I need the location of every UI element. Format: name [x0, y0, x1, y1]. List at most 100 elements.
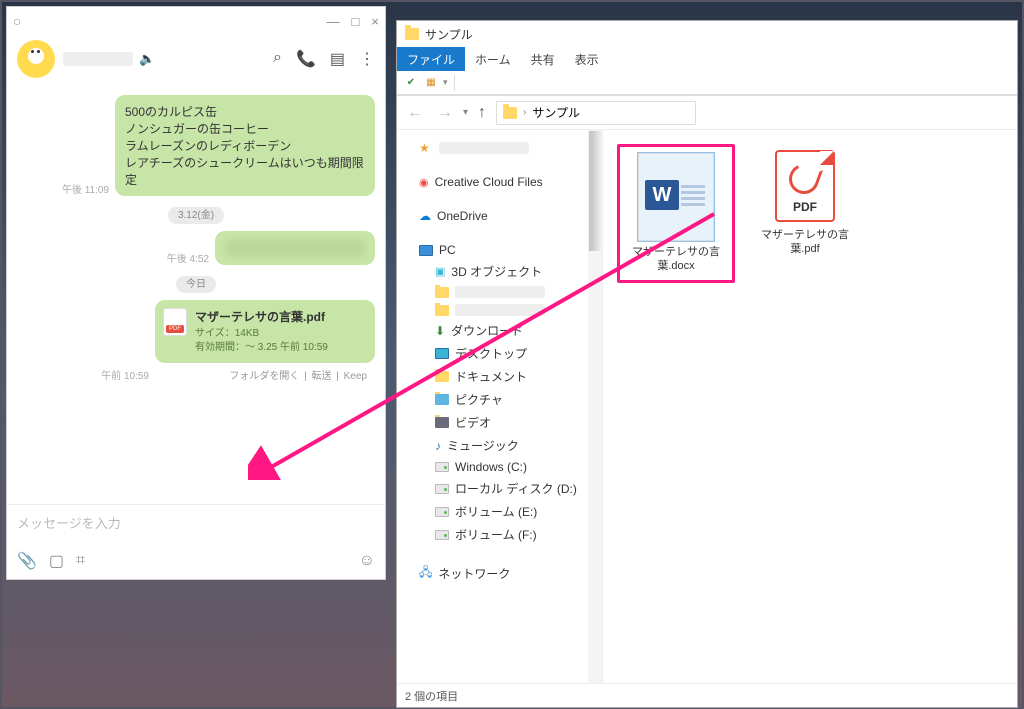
nav-tree[interactable]: ★ ◉Creative Cloud Files ☁OneDrive PC ▣3D… [397, 130, 603, 683]
tree-onedrive[interactable]: ☁OneDrive [401, 206, 598, 226]
creative-cloud-icon: ◉ [419, 176, 429, 189]
word-thumbnail: W [638, 153, 714, 241]
call-icon[interactable]: 📞 [296, 49, 316, 69]
desktop-icon [435, 348, 449, 359]
ribbon-tab-file[interactable]: ファイル [397, 47, 465, 71]
more-icon[interactable]: ⋮ [359, 49, 375, 69]
tree-drive-c[interactable]: Windows (C:) [401, 457, 598, 477]
tree-documents[interactable]: ドキュメント [401, 365, 598, 388]
file-name: マザーテレサの言葉.docx [626, 245, 726, 274]
nav-forward-button[interactable]: → [433, 104, 457, 122]
search-icon[interactable]: ⌕ [273, 49, 282, 69]
chat-body[interactable]: 午後 11:09 500のカルピス缶 ノンシュガーの缶コーヒー ラムレーズンのレ… [7, 83, 385, 504]
drive-icon [435, 507, 449, 517]
address-bar[interactable]: › サンプル [496, 101, 696, 125]
item-count: 2 個の項目 [405, 688, 458, 704]
message-bubble-blurred[interactable] [215, 231, 375, 265]
tree-item-blurred[interactable] [401, 301, 598, 319]
message-bubble[interactable]: 500のカルピス缶 ノンシュガーの缶コーヒー ラムレーズンのレディボーデン レア… [115, 95, 375, 196]
open-folder-link[interactable]: フォルダを開く [229, 371, 299, 382]
attach-icon[interactable]: 📎 [17, 551, 37, 571]
tree-videos[interactable]: ビデオ [401, 411, 598, 434]
keep-link[interactable]: Keep [344, 371, 367, 382]
file-item-pdf[interactable]: PDF マザーテレサの言葉.pdf [755, 144, 855, 257]
nav-back-button[interactable]: ← [403, 104, 427, 122]
nav-history-icon[interactable]: ▾ [463, 107, 468, 118]
folder-icon [435, 305, 449, 316]
message-input[interactable] [17, 516, 375, 531]
qat-layout-icon[interactable]: ▦ [423, 75, 439, 91]
maximize-button[interactable]: □ [352, 14, 360, 29]
note-icon[interactable]: ▤ [330, 49, 345, 69]
emoji-icon[interactable]: ☺ [359, 552, 375, 570]
date-separator: 今日 [176, 276, 216, 293]
avatar[interactable] [17, 40, 55, 78]
network-icon: 🖧 [419, 563, 432, 584]
breadcrumb-item[interactable]: サンプル [532, 104, 580, 121]
drag-handle-icon[interactable]: ○ [13, 13, 21, 29]
tree-desktop[interactable]: デスクトップ [401, 342, 598, 365]
tree-drive-e[interactable]: ボリューム (E:) [401, 500, 598, 523]
tree-3d-objects[interactable]: ▣3D オブジェクト [401, 260, 598, 283]
tree-quickaccess[interactable]: ★ [401, 138, 598, 158]
message-time: 午後 11:09 [62, 181, 109, 196]
forward-link[interactable]: 転送 [311, 371, 331, 382]
chat-footer: 📎 ▢ ⌗ ☺ [7, 543, 385, 579]
window-title: サンプル [425, 26, 473, 43]
star-icon: ★ [419, 141, 433, 155]
tree-pc[interactable]: PC [401, 240, 598, 260]
msg-line: ラムレーズンのレディボーデン [125, 137, 365, 154]
tree-drive-f[interactable]: ボリューム (F:) [401, 523, 598, 546]
tree-music[interactable]: ♪ミュージック [401, 434, 598, 457]
nav-up-button[interactable]: ↑ [474, 104, 490, 122]
nav-bar: ← → ▾ ↑ › サンプル [397, 96, 1017, 130]
annotation-highlight: W マザーテレサの言葉.docx [617, 144, 735, 283]
tree-item-blurred[interactable] [401, 283, 598, 301]
tree-network[interactable]: 🖧ネットワーク [401, 560, 598, 587]
close-button[interactable]: × [371, 14, 379, 29]
contact-name-blurred [63, 52, 133, 66]
file-message[interactable]: マザーテレサの言葉.pdf サイズ：14KB 有効期間：～ 3.25 午前 10… [155, 300, 375, 382]
folder-icon [405, 28, 419, 40]
scrollbar-thumb[interactable] [589, 131, 601, 251]
tree-scrollbar[interactable] [588, 130, 602, 683]
file-expire: 有効期間：～ 3.25 午前 10:59 [195, 341, 328, 355]
qat-dropdown-icon[interactable]: ▾ [443, 77, 448, 88]
file-item-docx[interactable]: W マザーテレサの言葉.docx [626, 153, 726, 274]
ribbon-tab-share[interactable]: 共有 [521, 47, 565, 71]
explorer-titlebar[interactable]: サンプル [397, 21, 1017, 47]
tree-pictures[interactable]: ピクチャ [401, 388, 598, 411]
pictures-icon [435, 394, 449, 405]
drive-icon [435, 462, 449, 472]
file-pane[interactable]: W マザーテレサの言葉.docx PDF マザーテレサの言葉.pdf [603, 130, 1017, 683]
file-name: マザーテレサの言葉.pdf [755, 228, 855, 257]
ribbon-tab-home[interactable]: ホーム [465, 47, 521, 71]
message-time: 午前 10:59 [101, 367, 149, 382]
drive-icon [435, 530, 449, 540]
qat-check-icon[interactable]: ✔ [403, 75, 419, 91]
file-size: サイズ：14KB [195, 327, 328, 341]
tree-creative-cloud[interactable]: ◉Creative Cloud Files [401, 172, 598, 192]
pdf-thumbnail: PDF [775, 150, 835, 222]
chat-titlebar[interactable]: ○ — □ × [7, 7, 385, 35]
msg-line: 500のカルピス缶 [125, 103, 365, 120]
folder-icon [503, 107, 517, 119]
videos-icon [435, 417, 449, 428]
minimize-button[interactable]: — [327, 14, 340, 29]
ribbon: ファイル ホーム 共有 表示 ✔ ▦ ▾ [397, 47, 1017, 96]
crop-icon[interactable]: ⌗ [76, 552, 85, 570]
bookmark-icon[interactable]: ▢ [49, 551, 64, 571]
pc-icon [419, 245, 433, 256]
explorer-window: サンプル ファイル ホーム 共有 表示 ✔ ▦ ▾ ← → ▾ ↑ › サンプル… [396, 20, 1018, 708]
ribbon-tab-view[interactable]: 表示 [565, 47, 609, 71]
separator [454, 75, 455, 91]
breadcrumb-sep[interactable]: › [523, 107, 526, 118]
date-separator: 3.12(金) [168, 207, 224, 224]
tree-downloads[interactable]: ⬇ダウンロード [401, 319, 598, 342]
line-chat-window: ○ — □ × 🔈 ⌕ 📞 ▤ ⋮ 午後 11:09 500のカルピス缶 ノンシ… [6, 6, 386, 580]
speaker-icon[interactable]: 🔈 [139, 51, 155, 67]
msg-line: ノンシュガーの缶コーヒー [125, 120, 365, 137]
chat-input-area[interactable] [7, 504, 385, 543]
word-icon: W [645, 180, 679, 210]
tree-drive-d[interactable]: ローカル ディスク (D:) [401, 477, 598, 500]
